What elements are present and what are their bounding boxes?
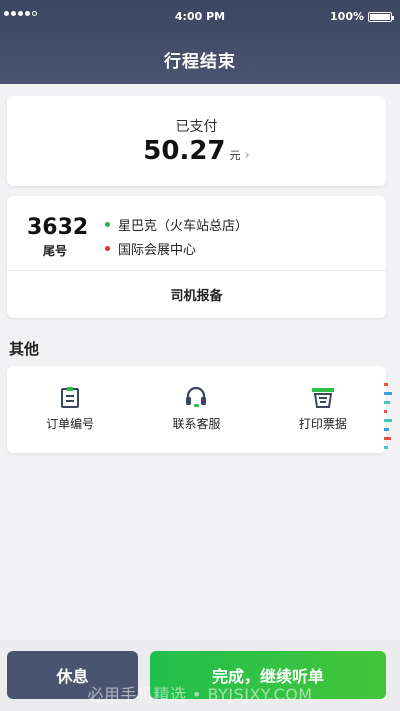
contact-service-label: 联系客服	[172, 417, 221, 431]
battery-indicator: 100%	[330, 10, 394, 23]
payment-status: 已支付	[175, 119, 218, 135]
complete-continue-button[interactable]: 完成，继续听单	[150, 651, 386, 699]
print-receipt-label: 打印票据	[298, 417, 347, 431]
headset-icon	[186, 386, 207, 407]
order-number-label: 订单编号	[46, 417, 95, 431]
scroll-artifact	[384, 383, 392, 468]
order-number-button[interactable]: 订单编号	[7, 366, 133, 453]
destination-text: 国际会展中心	[118, 243, 197, 258]
battery-percent: 100%	[330, 10, 364, 23]
amount-row[interactable]: 50.27 元 ›	[7, 136, 386, 166]
origin-text: 星巴克（火车站总店）	[118, 219, 249, 234]
origin-dot-icon	[105, 222, 110, 227]
destination-dot-icon	[105, 246, 110, 251]
header: 4:00 PM 100% 行程结束	[0, 0, 400, 84]
driver-report-button[interactable]: 司机报备	[7, 271, 386, 318]
payment-amount: 50.27	[143, 136, 226, 166]
page-title: 行程结束	[164, 52, 236, 72]
chevron-right-icon: ›	[244, 148, 250, 163]
clipboard-icon	[61, 387, 80, 408]
status-bar: 4:00 PM 100%	[0, 0, 400, 30]
others-card: 订单编号 联系客服 打印票据	[7, 366, 386, 453]
tail-number-label: 尾号	[43, 244, 68, 258]
origin-location: 星巴克（火车站总店）	[105, 215, 248, 234]
print-receipt-button[interactable]: 打印票据	[260, 366, 386, 453]
bottom-action-bar: 休息 完成，继续听单	[0, 640, 400, 711]
others-section-title: 其他	[9, 340, 40, 358]
rest-button[interactable]: 休息	[7, 651, 138, 699]
tail-number: 3632	[27, 215, 89, 240]
currency-unit: 元	[229, 149, 241, 162]
destination-location: 国际会展中心	[105, 239, 196, 258]
contact-service-button[interactable]: 联系客服	[133, 366, 259, 453]
payment-card[interactable]: 已支付 50.27 元 ›	[7, 96, 386, 186]
printer-icon	[311, 388, 334, 408]
battery-icon	[368, 11, 394, 22]
trip-card: 3632 尾号 星巴克（火车站总店） 国际会展中心 司机报备	[7, 196, 386, 318]
